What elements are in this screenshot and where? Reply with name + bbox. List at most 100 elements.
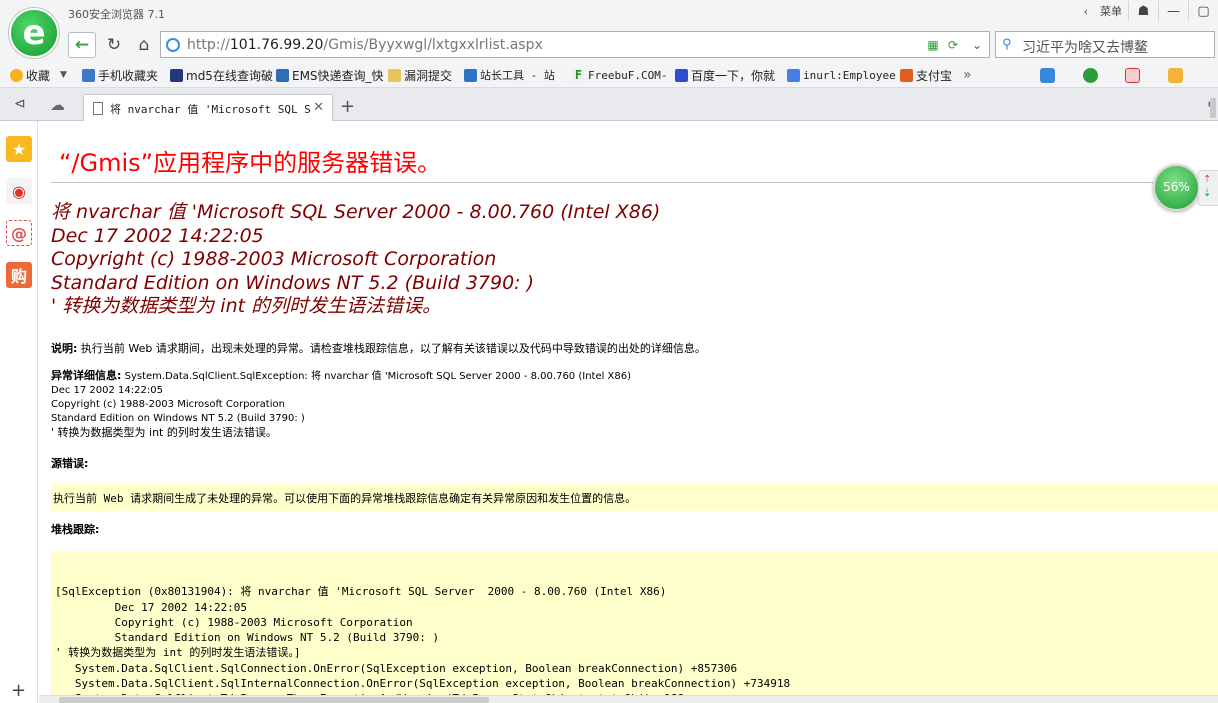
refresh-button[interactable]: ↻ [100, 32, 128, 58]
exception-line: Dec 17 2002 14:22:05 [51, 385, 163, 396]
horizontal-scrollbar-thumb[interactable] [59, 697, 489, 703]
source-error-label: 源错误: [51, 455, 88, 471]
stack-line: [SqlException (0x80131904): 将 nvarchar 值… [55, 585, 667, 599]
fav-item-md5[interactable]: md5在线查询破 [170, 67, 273, 83]
fav-label: 手机收藏夹 [98, 68, 159, 83]
speed-ball[interactable]: 56% [1153, 164, 1200, 211]
alipay-icon [900, 68, 913, 82]
address-bar[interactable]: http://101.76.99.20/Gmis/Byyxwgl/lxtgxxl… [160, 31, 990, 58]
stack-trace-text: [SqlException (0x80131904): 将 nvarchar 值… [55, 569, 790, 703]
add-icon[interactable]: + [11, 680, 26, 701]
search-icon[interactable]: ⚲ [1002, 37, 1016, 52]
fav-item-alipay[interactable]: 支付宝 [900, 67, 952, 83]
fav-item-vuln[interactable]: 漏洞提交 [388, 67, 452, 83]
phone-icon [82, 68, 95, 82]
speed-side-tab[interactable]: ⇡ ⇣ [1198, 170, 1218, 206]
stack-line: ' 转换为数据类型为 int 的列时发生语法错误。] [55, 646, 301, 660]
error-message-line: Copyright (c) 1988-2003 Microsoft Corpor… [51, 248, 497, 271]
stack-trace-label: 堆栈跟踪: [51, 521, 99, 537]
app-grid-icon[interactable] [1040, 68, 1055, 83]
mail-icon[interactable]: @ [6, 220, 32, 246]
speed-mode-icon[interactable]: ⟳ [945, 37, 961, 53]
back-button[interactable]: ← [68, 32, 96, 58]
close-icon[interactable]: ✕ [313, 100, 324, 115]
search-bar[interactable]: ⚲ 习近平为啥又去博鳌 [995, 31, 1215, 58]
stack-trace-label-text: 堆栈跟踪: [51, 523, 100, 536]
stack-line: Copyright (c) 1988-2003 Microsoft Corpor… [55, 615, 413, 629]
extension-icon[interactable] [1168, 68, 1183, 83]
url-text[interactable]: http://101.76.99.20/Gmis/Byyxwgl/lxtgxxl… [187, 37, 543, 53]
fav-label: 漏洞提交 [404, 68, 453, 83]
shield-icon[interactable] [1083, 68, 1098, 83]
source-error-label-text: 源错误: [51, 457, 89, 470]
fav-item-ems[interactable]: EMS快递查询_快 [276, 67, 384, 83]
stack-line: System.Data.SqlClient.SqlConnection.OnEr… [55, 661, 738, 675]
fav-item-chinaz[interactable]: 站长工具 - 站 [464, 67, 555, 83]
left-sidebar: ★ ◉ @ 购 + [0, 121, 38, 703]
vertical-scrollbar-thumb[interactable] [1210, 98, 1216, 118]
star-icon [10, 68, 23, 82]
weibo-icon[interactable]: ◉ [6, 178, 32, 204]
baidu-icon [675, 68, 688, 82]
fav-item-google[interactable]: inurl:Employee [787, 67, 896, 83]
logo-letter: e [22, 13, 46, 53]
folder-icon [388, 68, 401, 82]
page-title: “/Gmis”应用程序中的服务器错误。 [59, 149, 442, 177]
fav-label: FreebuF.COM- [588, 68, 668, 82]
shopping-icon[interactable]: 购 [6, 262, 32, 288]
description-text: 执行当前 Web 请求期间，出现未处理的异常。请检查堆栈跟踪信息，以了解有关该错… [80, 342, 706, 355]
horizontal-scrollbar[interactable] [39, 695, 1218, 703]
qr-code-icon[interactable]: ▦ [925, 37, 941, 53]
home-button[interactable]: ⌂ [130, 32, 158, 58]
tab-active[interactable]: 将 nvarchar 值 'Microsoft SQL Server ✕ [83, 94, 333, 122]
app-title: 360安全浏览器 7.1 [68, 8, 165, 21]
chevron-down-icon[interactable]: ▼ [60, 70, 67, 80]
error-message-line: 将 nvarchar 值 'Microsoft SQL Server 2000 … [51, 201, 661, 223]
menu-button[interactable]: 菜单 [1094, 3, 1128, 19]
new-tab-button[interactable]: + [340, 96, 355, 117]
sidebar-toggle-icon[interactable]: ⊲ [14, 96, 26, 112]
ems-icon [276, 68, 289, 82]
exception-line: ' 转换为数据类型为 int 的列时发生语法错误。 [51, 426, 277, 439]
more-favorites-icon[interactable]: » [963, 67, 972, 83]
exception-details: 异常详细信息: System.Data.SqlClient.SqlExcepti… [51, 369, 631, 440]
skin-icon[interactable]: ☗ [1128, 1, 1158, 21]
google-icon [787, 68, 800, 82]
maximize-button[interactable]: ▢ [1188, 1, 1218, 21]
chevron-left-icon[interactable]: ‹ [1078, 5, 1094, 18]
fav-item-baidu[interactable]: 百度一下，你就 [675, 67, 775, 83]
document-icon [93, 102, 103, 115]
fav-item-freebuf[interactable]: F FreebuF.COM- [572, 67, 667, 83]
exception-line: System.Data.SqlClient.SqlException: 将 nv… [124, 371, 632, 382]
fav-label: 收藏 [26, 68, 51, 83]
browser-logo[interactable]: e [9, 8, 59, 58]
arrow-down-icon: ⇣ [1203, 188, 1212, 199]
freebuf-icon: F [572, 68, 585, 82]
url-host: 101.76.99.20 [229, 37, 324, 53]
md5-icon [170, 68, 183, 82]
speed-percent: 56% [1163, 180, 1190, 194]
exception-line: Copyright (c) 1988-2003 Microsoft Corpor… [51, 399, 285, 410]
title-bar: 360安全浏览器 7.1 ‹ 菜单 ☗ — ▢ [0, 0, 1218, 28]
stack-line: Dec 17 2002 14:22:05 [55, 600, 248, 614]
description-label: 说明: [51, 342, 78, 355]
chevron-down-icon[interactable]: ⌄ [969, 37, 985, 53]
search-input[interactable]: 习近平为啥又去博鳌 [1022, 37, 1148, 57]
chinaz-icon [464, 68, 477, 82]
source-error-text: 执行当前 Web 请求期间生成了未处理的异常。可以使用下面的异常堆栈跟踪信息确定… [53, 492, 637, 505]
fav-label: 支付宝 [916, 68, 953, 83]
fav-label: inurl:Employee [803, 68, 896, 82]
tab-title: 将 nvarchar 值 'Microsoft SQL Server [110, 103, 310, 116]
navigation-bar: ← ↻ ⌂ http://101.76.99.20/Gmis/Byyxwgl/l… [0, 28, 1218, 62]
tab-bar: ⊲ ☁ 将 nvarchar 值 'Microsoft SQL Server ✕… [0, 88, 1218, 122]
favorites-button[interactable]: 收藏 ▼ [10, 67, 67, 83]
error-message-line: Dec 17 2002 14:22:05 [51, 224, 264, 247]
minimize-button[interactable]: — [1158, 1, 1188, 21]
url-path: /Gmis/Byyxwgl/lxtgxxlrlist.aspx [323, 37, 543, 53]
adblock-icon[interactable] [1125, 68, 1140, 83]
fav-item-mobile[interactable]: 手机收藏夹 [82, 67, 158, 83]
globe-icon [166, 38, 180, 52]
favorites-star-icon[interactable]: ★ [6, 136, 32, 162]
fav-label: EMS快递查询_快 [292, 68, 384, 83]
cloud-icon[interactable]: ☁ [50, 96, 65, 114]
